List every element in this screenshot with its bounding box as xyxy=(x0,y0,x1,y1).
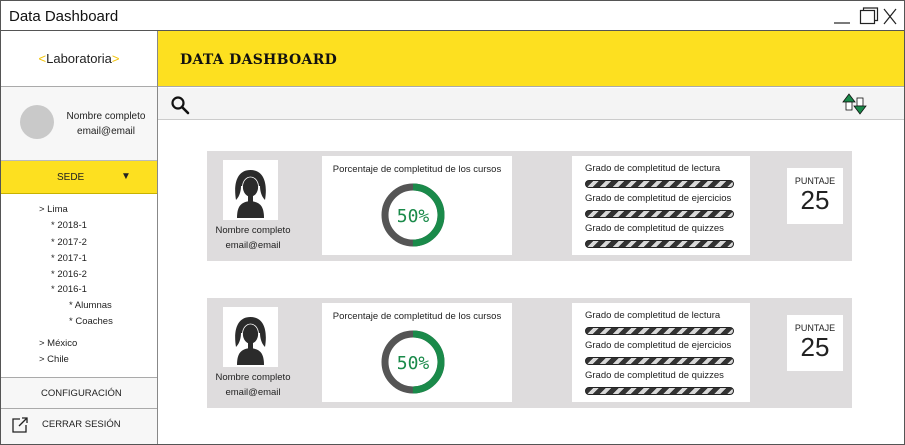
grade-label: Grado de completitud de lectura xyxy=(585,310,721,321)
grade-label: Grado de completitud de ejercicios xyxy=(585,340,732,351)
logout-button[interactable]: CERRAR SESIÓN xyxy=(1,409,157,444)
external-link-icon xyxy=(11,416,29,437)
profile-email: email@email xyxy=(77,126,135,137)
toolbar xyxy=(158,88,904,120)
sidebar: < Laboratoria > Nombre completo email@em… xyxy=(1,31,158,444)
tree-item-coaches[interactable]: * Coaches xyxy=(69,316,113,327)
tree-item-chile[interactable]: > Chile xyxy=(39,354,69,365)
student-card: Nombre completo email@email Porcentaje d… xyxy=(207,298,852,408)
logo-bracket-left: < xyxy=(38,51,47,66)
grade-lectura: Grado de completitud de lectura xyxy=(585,163,734,188)
course-progress: Porcentaje de completitud de los cursos … xyxy=(322,303,512,402)
grade-bar xyxy=(585,357,734,365)
profile-name: Nombre completo xyxy=(66,111,146,122)
search-icon[interactable] xyxy=(170,95,190,120)
grade-label: Grado de completitud de quizzes xyxy=(585,370,724,381)
page-title: DATA DASHBOARD xyxy=(180,52,338,68)
sede-label: SEDE xyxy=(57,172,85,183)
student-email: email@email xyxy=(225,387,281,398)
tree-item-2017-2[interactable]: * 2017-2 xyxy=(51,237,87,248)
config-button[interactable]: CONFIGURACIÓN xyxy=(1,377,157,409)
person-icon xyxy=(223,307,278,367)
config-label: CONFIGURACIÓN xyxy=(41,388,122,399)
page-header: DATA DASHBOARD xyxy=(158,31,904,87)
grade-label: Grado de completitud de quizzes xyxy=(585,223,724,234)
student-name: Nombre completo xyxy=(215,225,291,236)
chevron-down-icon: ▼ xyxy=(121,171,131,182)
progress-label: Porcentaje de completitud de los cursos xyxy=(332,164,502,175)
tree-item-2017-1[interactable]: * 2017-1 xyxy=(51,253,87,264)
avatar xyxy=(20,105,54,139)
course-progress: Porcentaje de completitud de los cursos … xyxy=(322,156,512,255)
grade-ejercicios: Grado de completitud de ejercicios xyxy=(585,193,734,218)
grade-quizzes: Grado de completitud de quizzes xyxy=(585,223,734,248)
grade-ejercicios: Grado de completitud de ejercicios xyxy=(585,340,734,365)
progress-value: 50% xyxy=(397,353,430,374)
student-email: email@email xyxy=(225,240,281,251)
sede-dropdown[interactable]: SEDE ▼ xyxy=(1,161,157,194)
score-box: PUNTAJE 25 xyxy=(787,315,843,371)
score-value: 25 xyxy=(800,332,830,362)
title-bar: Data Dashboard xyxy=(1,1,904,31)
grade-bar xyxy=(585,327,734,335)
user-profile: Nombre completo email@email xyxy=(1,87,157,161)
sort-icon[interactable] xyxy=(842,93,868,122)
grade-bar xyxy=(585,387,734,395)
app-window: Data Dashboard < Laboratoria > Nombre co… xyxy=(0,0,905,445)
grade-label: Grado de completitud de lectura xyxy=(585,163,721,174)
grade-bar xyxy=(585,210,734,218)
tree-item-mexico[interactable]: > México xyxy=(39,338,77,349)
grades-panel: Grado de completitud de lectura Grado de… xyxy=(572,156,750,255)
grade-bar xyxy=(585,240,734,248)
student-card: Nombre completo email@email Porcentaje d… xyxy=(207,151,852,261)
grade-lectura: Grado de completitud de lectura xyxy=(585,310,734,335)
logout-label: CERRAR SESIÓN xyxy=(42,419,121,430)
tree-item-2016-1[interactable]: * 2016-1 xyxy=(51,284,87,295)
grades-panel: Grado de completitud de lectura Grado de… xyxy=(572,303,750,402)
logo-bracket-right: > xyxy=(111,51,120,66)
score-box: PUNTAJE 25 xyxy=(787,168,843,224)
tree-item-2016-2[interactable]: * 2016-2 xyxy=(51,269,87,280)
grade-label: Grado de completitud de ejercicios xyxy=(585,193,732,204)
maximize-icon[interactable] xyxy=(859,7,879,25)
logo: < Laboratoria > xyxy=(1,31,157,87)
score-value: 25 xyxy=(800,185,830,215)
progress-value: 50% xyxy=(397,206,430,227)
progress-donut: 50% xyxy=(381,330,445,394)
student-name: Nombre completo xyxy=(215,372,291,383)
progress-donut: 50% xyxy=(381,183,445,247)
person-icon xyxy=(223,160,278,220)
minimize-icon[interactable] xyxy=(833,7,851,25)
logo-text: Laboratoria xyxy=(46,51,112,66)
window-title: Data Dashboard xyxy=(9,8,119,25)
close-icon[interactable] xyxy=(882,7,898,25)
tree-item-lima[interactable]: > Lima xyxy=(39,204,68,215)
grade-quizzes: Grado de completitud de quizzes xyxy=(585,370,734,395)
tree-item-2018-1[interactable]: * 2018-1 xyxy=(51,220,87,231)
progress-label: Porcentaje de completitud de los cursos xyxy=(332,311,502,322)
tree-item-alumnas[interactable]: * Alumnas xyxy=(69,300,112,311)
grade-bar xyxy=(585,180,734,188)
